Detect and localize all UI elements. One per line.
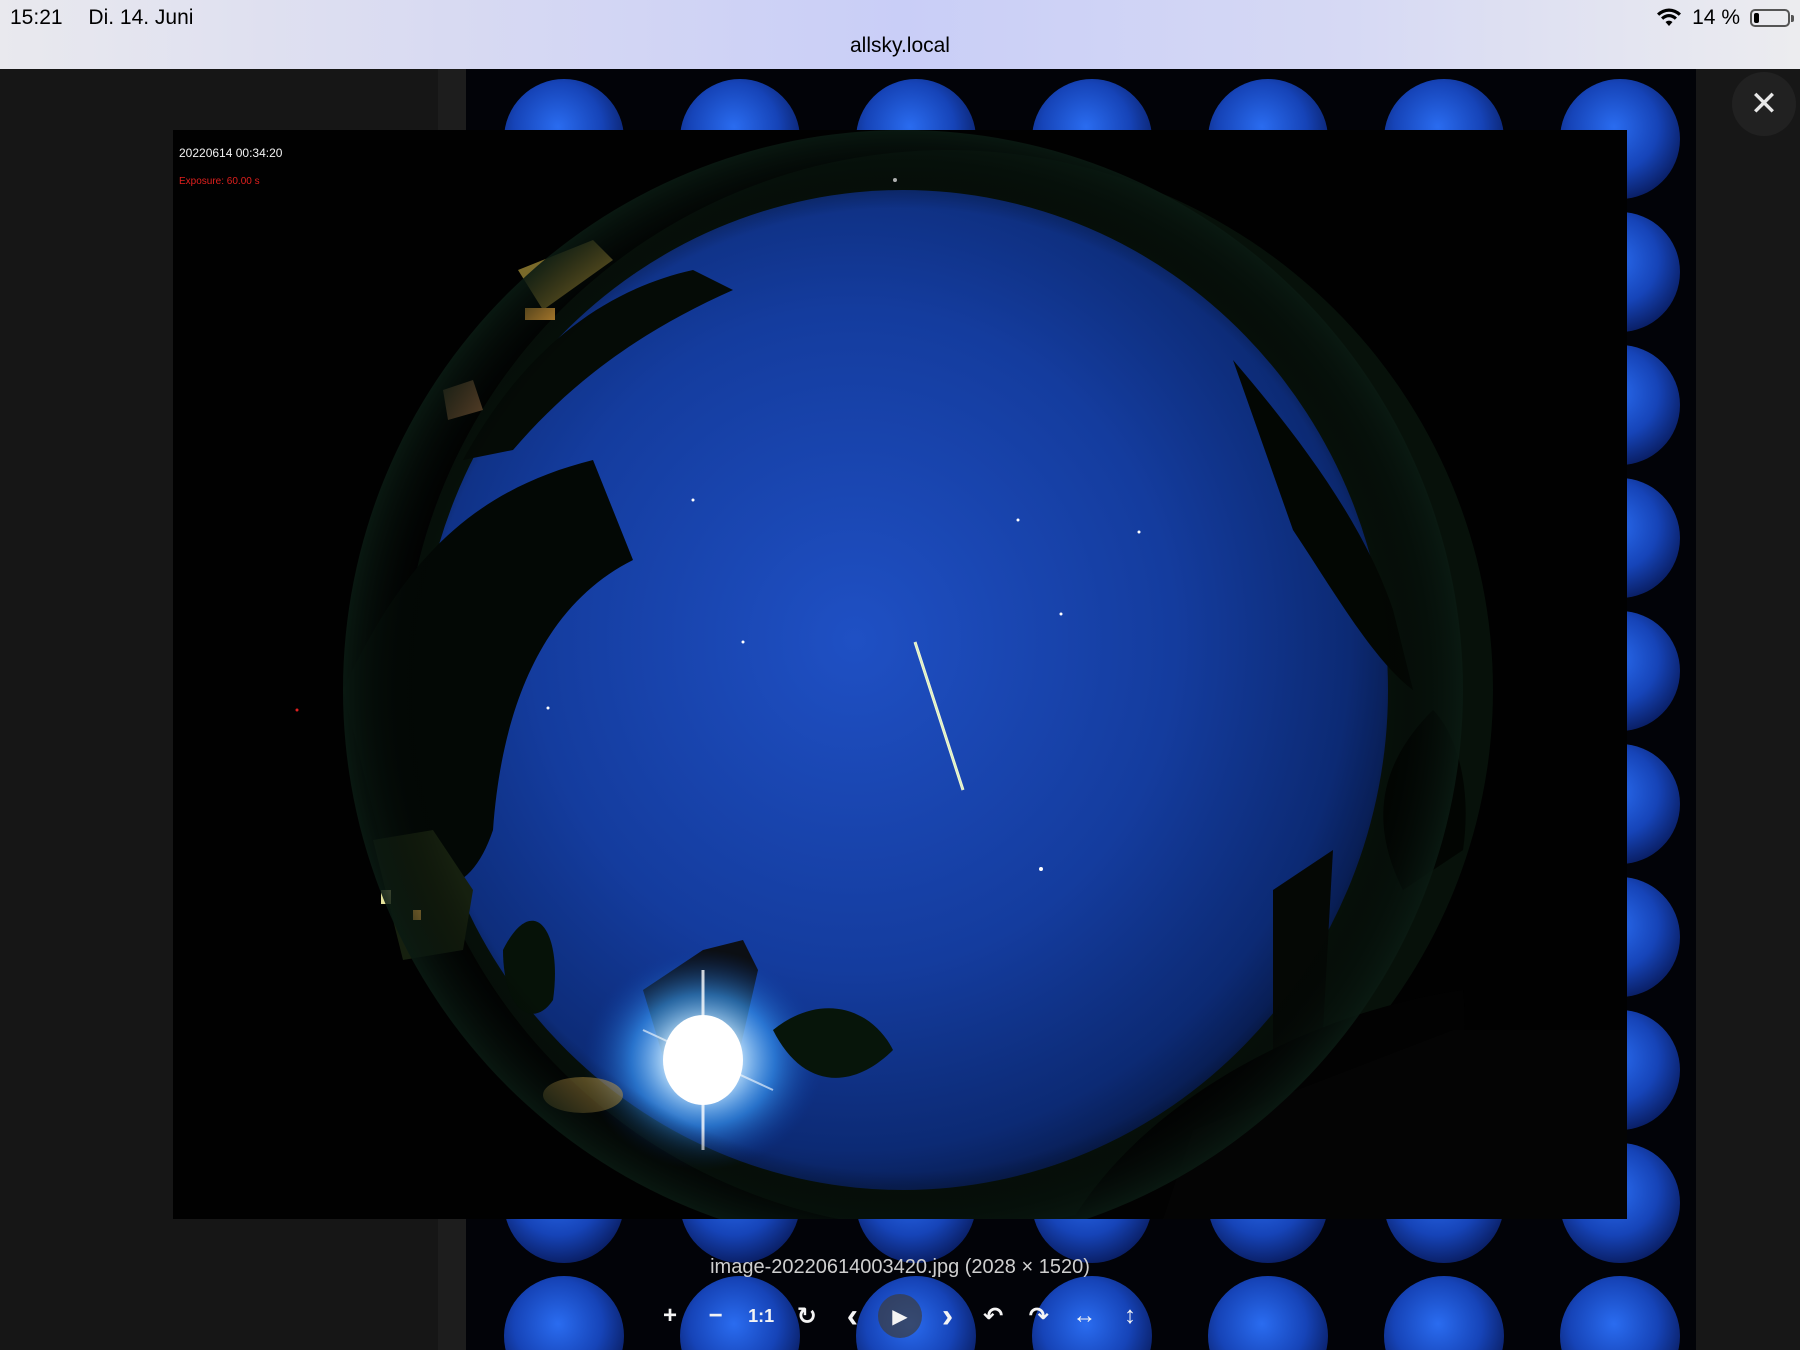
status-date: Di. 14. Juni <box>88 6 194 29</box>
reset-button[interactable]: ↻ <box>787 1296 827 1336</box>
zoom-out-button[interactable]: − <box>696 1296 736 1336</box>
status-time: 15:21 <box>10 6 63 29</box>
rotate-right-button[interactable]: ↷ <box>1019 1296 1059 1336</box>
close-icon: ✕ <box>1749 85 1779 123</box>
thumbnail-sky <box>504 1276 624 1350</box>
battery-percent: 14 % <box>1692 6 1740 29</box>
overlay-exposure: Exposure: 60.00 s <box>179 176 260 187</box>
thumbnail-sky <box>1560 1276 1680 1350</box>
overlay-timestamp: 20220614 00:34:20 <box>179 146 283 160</box>
address-bar-url[interactable]: allsky.local <box>0 34 1800 58</box>
allsky-photo <box>173 130 1627 1219</box>
battery-icon <box>1750 9 1794 27</box>
thumbnail-sky <box>1384 1276 1504 1350</box>
wifi-icon <box>1657 8 1682 26</box>
close-button[interactable]: ✕ <box>1732 72 1796 136</box>
browser-top-bar: 15:21 Di. 14. Juni 14 % allsky.local <box>0 0 1800 69</box>
status-left: 15:21 Di. 14. Juni <box>10 6 213 30</box>
rotate-left-button[interactable]: ↶ <box>973 1296 1013 1336</box>
flip-vertical-button[interactable]: ↕ <box>1110 1296 1150 1336</box>
page-background-right <box>1696 69 1800 1350</box>
flip-horizontal-button[interactable]: ↔ <box>1064 1296 1104 1336</box>
status-right: 14 % <box>1656 6 1794 30</box>
zoom-in-button[interactable]: + <box>650 1296 690 1336</box>
play-button[interactable]: ▶ <box>877 1294 922 1338</box>
prev-button[interactable]: ‹ <box>832 1296 872 1336</box>
lightbox-image[interactable]: 20220614 00:34:20 Exposure: 60.00 s <box>173 130 1627 1219</box>
image-caption: image-20220614003420.jpg (2028 × 1520) <box>710 1256 1090 1278</box>
viewer-toolbar: + − 1:1 ↻ ‹ ▶ › ↶ ↷ ↔ ↕ <box>650 1294 1150 1338</box>
thumbnail-sky <box>1208 1276 1328 1350</box>
actual-size-button[interactable]: 1:1 <box>741 1296 781 1336</box>
next-button[interactable]: › <box>928 1296 968 1336</box>
